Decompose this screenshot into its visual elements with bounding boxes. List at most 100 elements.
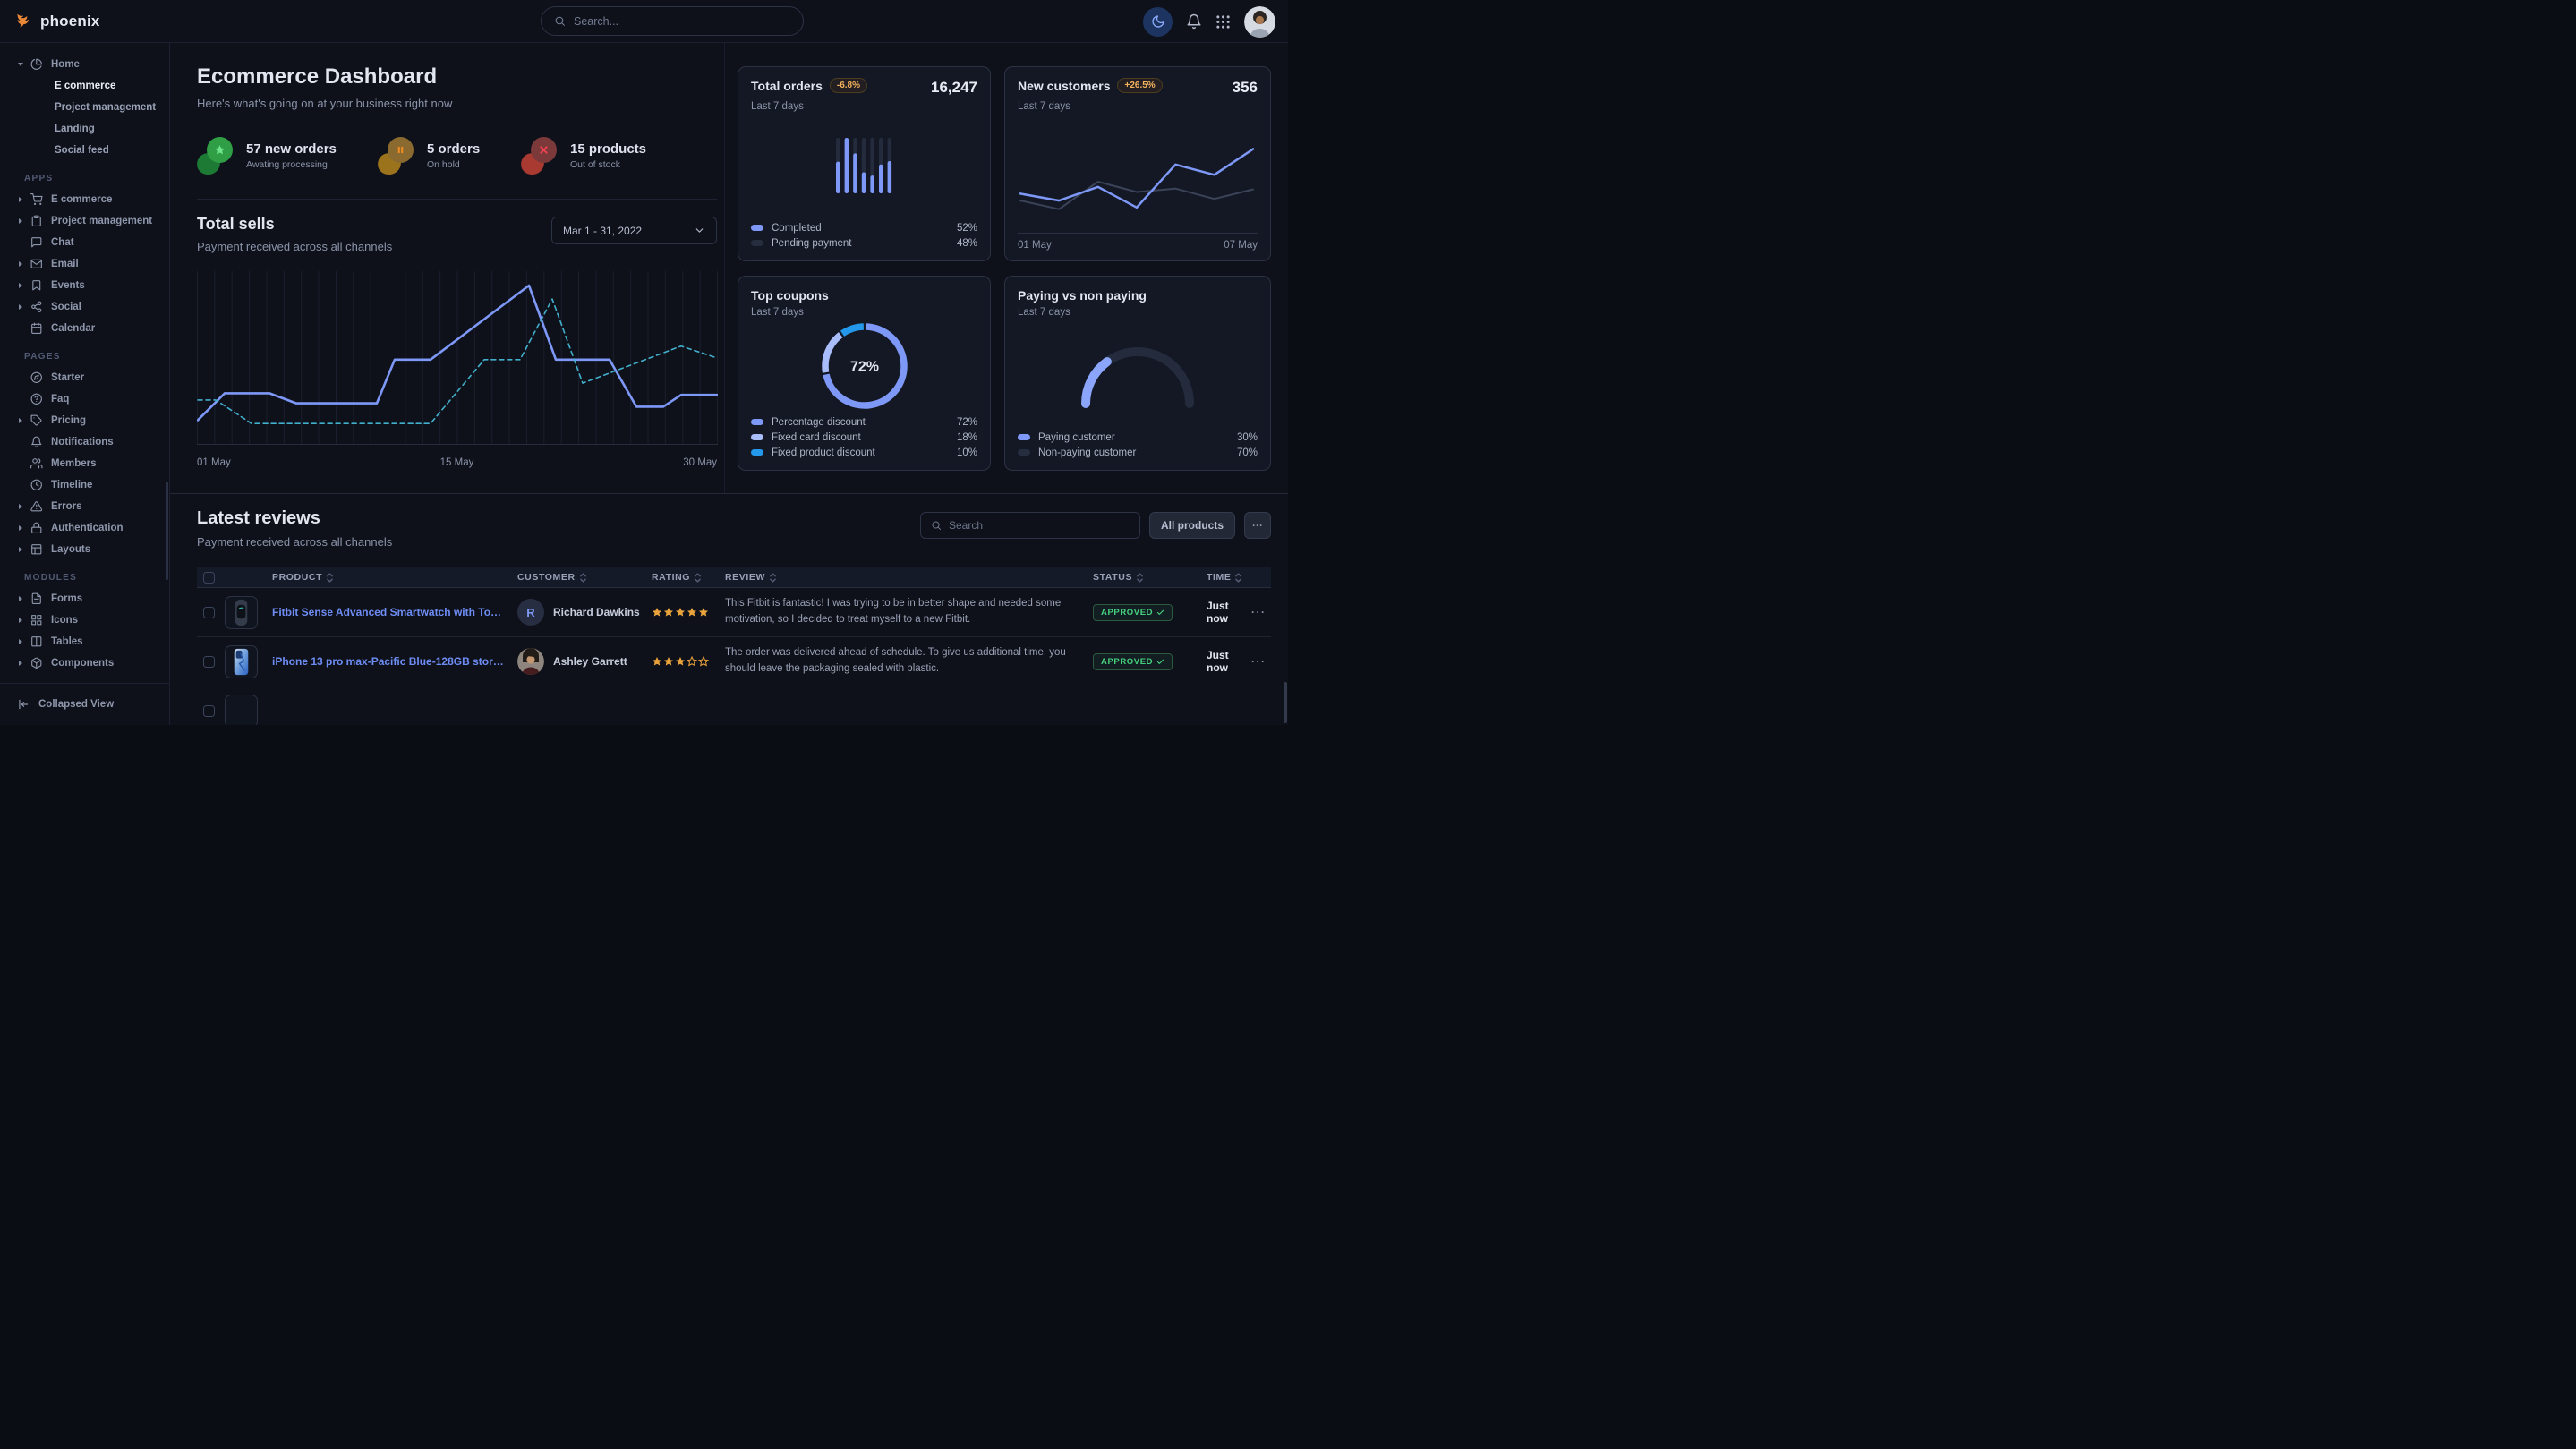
product-link[interactable]: Fitbit Sense Advanced Smartwatch with To… (272, 606, 517, 618)
card-value: 16,247 (931, 79, 977, 97)
sidebar-item-members[interactable]: Members (0, 453, 169, 474)
legend-swatch-icon (1018, 434, 1030, 440)
sidebar-subitem-social-feed[interactable]: Social feed (0, 140, 169, 161)
column-header-product[interactable]: PRODUCT (272, 572, 517, 583)
paying-legend: Paying customer30%Non-paying customer70% (1018, 430, 1258, 460)
date-range-select[interactable]: Mar 1 - 31, 2022 (551, 217, 717, 244)
app-root: phoenix HomeE commerceProject management… (0, 0, 1288, 725)
notifications-button[interactable] (1186, 13, 1202, 30)
total-sells-title: Total sells (197, 215, 392, 234)
brand-name: phoenix (40, 13, 100, 30)
reviews-search-input[interactable] (949, 519, 1130, 532)
sidebar-item-home[interactable]: Home (0, 54, 169, 75)
sidebar-item-components[interactable]: Components (0, 652, 169, 674)
review-text: The order was delivered ahead of schedul… (725, 645, 1093, 678)
stat-pause-icon (378, 137, 415, 175)
all-products-button[interactable]: All products (1149, 512, 1235, 539)
theme-toggle-button[interactable] (1143, 7, 1173, 37)
product-thumbnail[interactable] (225, 695, 258, 726)
sidebar-subitem-e-commerce[interactable]: E commerce (0, 75, 169, 97)
box-icon (30, 657, 43, 669)
reviews-search[interactable] (920, 512, 1140, 539)
navbar-actions (1143, 0, 1275, 43)
sidebar-item-calendar[interactable]: Calendar (0, 318, 169, 339)
column-header-status[interactable]: STATUS (1093, 572, 1207, 583)
sidebar-item-e-commerce[interactable]: E commerce (0, 189, 169, 210)
sidebar-item-forms[interactable]: Forms (0, 588, 169, 609)
column-header-rating[interactable]: RATING (652, 572, 725, 583)
row-checkbox[interactable] (203, 656, 215, 668)
sidebar-item-notifications[interactable]: Notifications (0, 431, 169, 453)
axis-tick-label: 15 May (440, 457, 474, 468)
page-scrollbar[interactable] (1284, 682, 1287, 723)
sort-icon (1235, 573, 1241, 583)
new-customers-card: New customers +26.5% 356 Last 7 days 01 … (1004, 66, 1271, 261)
reviews-subtitle: Payment received across all channels (197, 535, 392, 549)
card-title: Top coupons (751, 288, 829, 303)
dashboard-left-pane: Ecommerce Dashboard Here's what's going … (170, 43, 725, 493)
axis-tick-label: 01 May (1018, 240, 1052, 251)
sidebar-item-layouts[interactable]: Layouts (0, 539, 169, 560)
sidebar-item-email[interactable]: Email (0, 253, 169, 275)
apps-grid-button[interactable] (1215, 14, 1231, 30)
sidebar-item-project-management[interactable]: Project management (0, 210, 169, 232)
sidebar-item-social[interactable]: Social (0, 296, 169, 318)
global-search[interactable] (541, 6, 804, 36)
product-link[interactable]: iPhone 13 pro max-Pacific Blue-128GB sto… (272, 655, 517, 668)
column-header-customer[interactable]: CUSTOMER (517, 572, 652, 583)
customer-avatar[interactable]: R (517, 599, 544, 626)
sort-icon (695, 573, 701, 583)
sidebar-item-chat[interactable]: Chat (0, 232, 169, 253)
sidebar-item-errors[interactable]: Errors (0, 496, 169, 517)
caret-right-icon (19, 304, 22, 310)
sidebar-item-faq[interactable]: Faq (0, 388, 169, 410)
caret-right-icon (19, 618, 22, 623)
review-text: This Fitbit is fantastic! I was trying t… (725, 596, 1093, 628)
product-thumbnail[interactable] (225, 645, 258, 678)
sidebar-scrollbar[interactable] (166, 482, 168, 580)
user-avatar[interactable] (1244, 6, 1275, 38)
clipboard-icon (30, 215, 43, 227)
sidebar-item-tables[interactable]: Tables (0, 631, 169, 652)
file-text-icon (30, 592, 43, 605)
select-all-checkbox[interactable] (203, 572, 215, 584)
review-time: Just now (1207, 649, 1251, 674)
legend-swatch-icon (751, 225, 763, 231)
caret-right-icon (19, 283, 22, 288)
brand-logo[interactable]: phoenix (14, 12, 100, 30)
top-navbar: phoenix (0, 0, 1288, 43)
column-header-review[interactable]: REVIEW (725, 572, 1093, 583)
row-menu-button[interactable]: ··· (1251, 606, 1271, 618)
total-orders-bar-chart (835, 137, 894, 196)
phoenix-flame-icon (14, 12, 33, 30)
collapse-sidebar-button[interactable]: Collapsed View (0, 683, 169, 725)
sidebar-item-authentication[interactable]: Authentication (0, 517, 169, 539)
total-sells-chart (197, 269, 718, 445)
columns-icon (30, 635, 43, 648)
sidebar-item-events[interactable]: Events (0, 275, 169, 296)
sidebar-item-timeline[interactable]: Timeline (0, 474, 169, 496)
caret-right-icon (19, 639, 22, 644)
sidebar-subitem-landing[interactable]: Landing (0, 118, 169, 140)
row-checkbox[interactable] (203, 607, 215, 618)
caret-right-icon (19, 418, 22, 423)
total-sells-axis-labels: 01 May15 May30 May (197, 457, 717, 468)
sidebar-item-icons[interactable]: Icons (0, 609, 169, 631)
customer-avatar[interactable] (517, 648, 544, 675)
sidebar-item-pricing[interactable]: Pricing (0, 410, 169, 431)
page-title: Ecommerce Dashboard (197, 64, 717, 89)
sidebar-subitem-project-management[interactable]: Project management (0, 97, 169, 118)
sidebar-item-starter[interactable]: Starter (0, 367, 169, 388)
reviews-menu-button[interactable]: ··· (1244, 512, 1271, 539)
stat-on-hold: 5 ordersOn hold (378, 137, 521, 175)
bell-icon (1186, 13, 1202, 30)
global-search-input[interactable] (574, 15, 790, 28)
row-menu-button[interactable]: ··· (1251, 655, 1271, 668)
new-customers-line-chart (1018, 133, 1258, 234)
customer-name: Richard Dawkins (553, 606, 640, 618)
tag-icon (30, 414, 43, 427)
column-header-time[interactable]: TIME (1207, 572, 1251, 583)
row-checkbox[interactable] (203, 705, 215, 717)
product-thumbnail[interactable] (225, 596, 258, 629)
sidebar: HomeE commerceProject managementLandingS… (0, 43, 170, 725)
